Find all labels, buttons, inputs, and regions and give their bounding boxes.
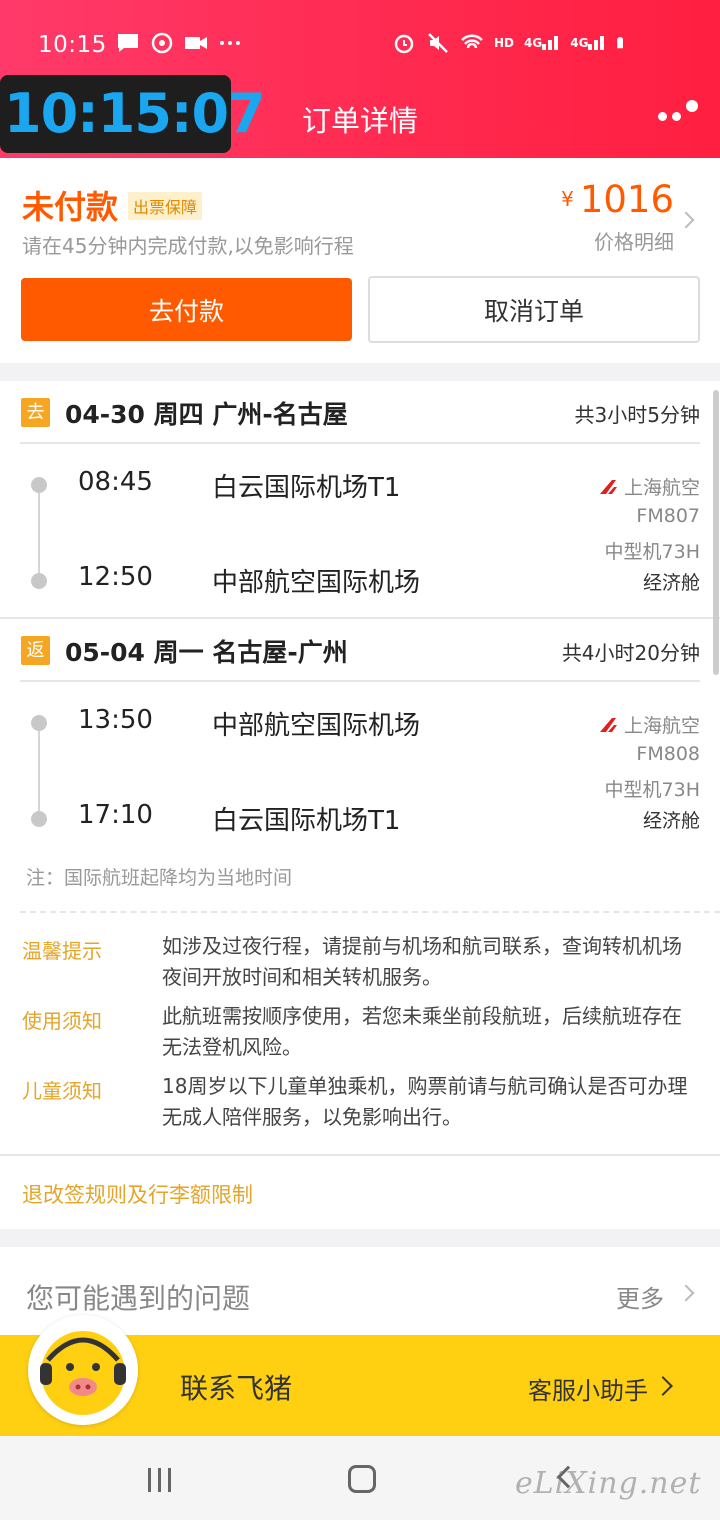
usage-label: 使用须知 — [22, 1009, 102, 1033]
total-price[interactable]: ¥1016 — [561, 178, 674, 221]
ticket-guarantee-badge: 出票保障 — [128, 192, 203, 220]
outbound-airline: 上海航空 — [598, 473, 700, 500]
outbound-depart-time: 08:45 — [78, 467, 153, 497]
signal-icon: 4G — [524, 36, 560, 50]
return-leg-title: 05-04 周一 名古屋-广州 — [65, 638, 348, 667]
chevron-right-icon — [677, 1284, 695, 1302]
child-label: 儿童须知 — [22, 1079, 102, 1103]
refund-baggage-rules-link[interactable]: 退改签规则及行李额限制 — [22, 1179, 253, 1209]
status-bar: 10:15 HD 4G 4G — [0, 24, 720, 68]
outbound-arrive-airport: 中部航空国际机场 — [212, 568, 421, 598]
airline-logo-icon — [599, 479, 617, 494]
outbound-aircraft: 中型机73H — [604, 541, 700, 563]
return-tag: 返 — [21, 636, 50, 665]
faq-title: 您可能遇到的问题 — [26, 1282, 251, 1315]
taobao-icon — [151, 32, 173, 54]
system-icons: HD 4G 4G — [392, 32, 630, 54]
tip-label: 温馨提示 — [22, 939, 102, 963]
return-depart-airport: 中部航空国际机场 — [212, 711, 421, 741]
price-detail-link[interactable]: 价格明细 — [594, 226, 674, 255]
home-button[interactable] — [348, 1465, 376, 1493]
hd-label: HD — [494, 36, 515, 50]
mute-icon — [428, 33, 448, 53]
usage-text: 此航班需按顺序使用，若您未乘坐前段航班，后续航班存在无法登机风险。 — [162, 1004, 682, 1059]
depart-dot — [31, 715, 47, 731]
watermark: eLiXing.net — [515, 1466, 702, 1501]
outbound-flight-number: FM807 — [636, 505, 700, 527]
tip-text: 如涉及过夜行程，请提前与机场和航司联系，查询转机机场夜间开放时间和相关转机服务。 — [162, 934, 682, 989]
divider — [20, 442, 700, 444]
scrollbar[interactable] — [713, 390, 719, 675]
return-arrive-airport: 白云国际机场T1 — [212, 806, 401, 836]
notification-icons — [116, 32, 242, 54]
return-depart-time: 13:50 — [78, 705, 153, 735]
outbound-depart-airport: 白云国际机场T1 — [212, 473, 401, 503]
signal-icon-2: 4G — [570, 36, 606, 50]
return-flight-number: FM808 — [636, 743, 700, 765]
local-time-note: 注：国际航班起降均为当地时间 — [26, 867, 293, 889]
wifi-icon — [461, 34, 483, 49]
outbound-arrive-time: 12:50 — [78, 562, 153, 592]
cancel-order-button[interactable]: 取消订单 — [368, 276, 700, 343]
divider — [0, 1154, 720, 1156]
recent-apps-button[interactable] — [148, 1468, 174, 1492]
dashed-divider — [20, 911, 720, 913]
battery-icon — [617, 37, 624, 49]
return-aircraft: 中型机73H — [604, 779, 700, 801]
order-status-card: 未付款 出票保障 请在45分钟内完成付款,以免影响行程 ¥1016 价格明细 去… — [0, 158, 720, 363]
contact-fliggy-bar[interactable]: 联系飞猪 客服小助手 — [0, 1315, 720, 1436]
outbound-leg-header: 去 04-30 周四 广州-名古屋 共3小时5分钟 — [0, 381, 720, 443]
payment-deadline-text: 请在45分钟内完成付款,以免影响行程 — [22, 234, 354, 258]
video-icon — [185, 37, 207, 49]
outbound-cabin: 经济舱 — [642, 572, 700, 594]
return-leg-header: 返 05-04 周一 名古屋-广州 共4小时20分钟 — [0, 619, 720, 681]
contact-fliggy-label: 联系飞猪 — [180, 1372, 293, 1405]
alarm-icon — [394, 34, 414, 54]
customer-service-assistant: 客服小助手 — [528, 1377, 648, 1405]
outbound-duration: 共3小时5分钟 — [574, 403, 700, 427]
depart-dot — [31, 477, 47, 493]
more-dots-icon — [220, 41, 240, 45]
pay-button[interactable]: 去付款 — [21, 278, 352, 341]
chevron-right-icon — [653, 1376, 673, 1396]
message-icon — [118, 34, 138, 52]
chevron-right-icon — [677, 211, 695, 229]
return-airline: 上海航空 — [598, 711, 700, 738]
faq-more-link[interactable]: 更多 — [616, 1279, 664, 1314]
page-title: 订单详情 — [301, 104, 418, 138]
return-cabin: 经济舱 — [642, 810, 700, 832]
return-arrive-time: 17:10 — [78, 800, 153, 830]
timeline-line — [38, 491, 40, 579]
order-status-title: 未付款 — [22, 188, 119, 226]
timeline-line — [38, 729, 40, 817]
pig-mascot-icon — [40, 1331, 126, 1415]
app-header: 10:15 HD 4G 4G 10:15:07 订单详情 — [0, 0, 720, 158]
divider — [20, 680, 700, 682]
currency-symbol: ¥ — [561, 187, 574, 211]
arrive-dot — [31, 811, 47, 827]
flight-details-card: 去 04-30 周四 广州-名古屋 共3小时5分钟 08:45 白云国际机场T1… — [0, 381, 720, 1229]
airline-logo-icon — [599, 717, 617, 732]
fliggy-pig-avatar — [28, 1315, 138, 1425]
outbound-tag: 去 — [21, 398, 50, 427]
arrive-dot — [31, 573, 47, 589]
status-time: 10:15 — [38, 32, 107, 58]
return-duration: 共4小时20分钟 — [561, 641, 700, 665]
price-value: 1016 — [579, 178, 674, 221]
child-text: 18周岁以下儿童单独乘机，购票前请与航司确认是否可办理无成人陪伴服务，以免影响出… — [162, 1074, 688, 1129]
outbound-leg-title: 04-30 周四 广州-名古屋 — [65, 400, 348, 429]
more-menu-button[interactable] — [654, 96, 704, 130]
